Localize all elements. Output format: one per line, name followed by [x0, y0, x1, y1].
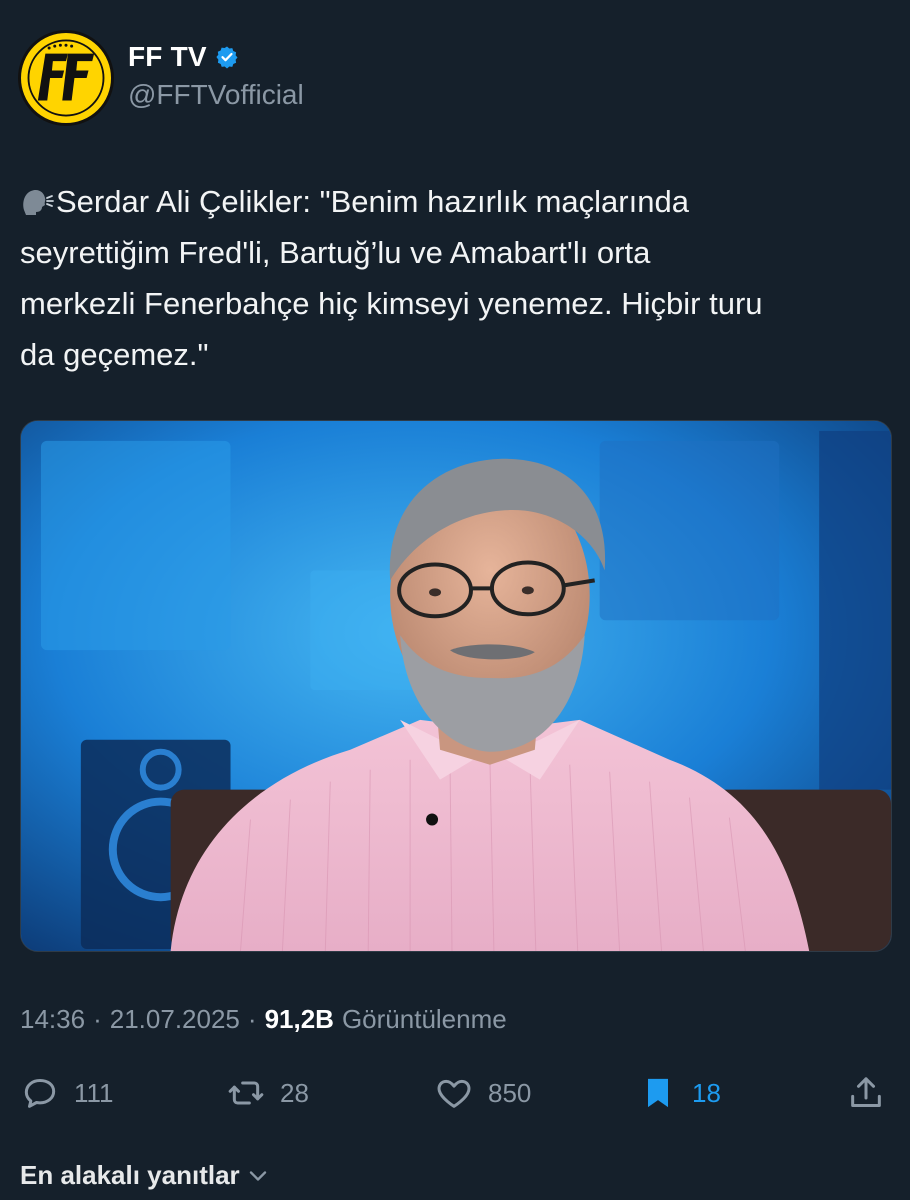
- views-count: 91,2B: [264, 1004, 334, 1034]
- reply-icon: [24, 1079, 56, 1108]
- like-count: 850: [488, 1077, 532, 1108]
- tweet-header: FF FF TV @FFTVofficial: [18, 28, 304, 128]
- bookmark-button[interactable]: 18: [638, 1068, 721, 1118]
- like-button[interactable]: 850: [434, 1068, 531, 1118]
- bookmark-filled-icon: [648, 1078, 668, 1108]
- display-name[interactable]: FF TV: [128, 41, 207, 73]
- tweet-meta: 14:36 · 21.07.2025 · 91,2B Görüntülenme: [20, 1004, 507, 1035]
- replies-sort-label: En alakalı yanıtlar: [20, 1160, 240, 1190]
- reply-button[interactable]: 111: [20, 1068, 114, 1118]
- tweet-time[interactable]: 14:36: [20, 1004, 85, 1035]
- tweet-actions: 111 28 850 18: [20, 1068, 890, 1118]
- repost-icon: [228, 1081, 264, 1105]
- tweet-body: Serdar Ali Çelikler: "Benim hazırlık maç…: [20, 184, 763, 372]
- tweet-photo[interactable]: [20, 420, 892, 952]
- meta-separator: ·: [93, 1004, 102, 1034]
- display-name-row: FF TV: [128, 41, 304, 73]
- avatar[interactable]: FF: [18, 30, 114, 126]
- tweet-text: Serdar Ali Çelikler: "Benim hazırlık maç…: [20, 176, 890, 380]
- share-button[interactable]: [846, 1068, 886, 1118]
- views-label: Görüntülenme: [341, 1004, 507, 1034]
- share-icon: [851, 1077, 881, 1107]
- verified-badge-icon: [216, 46, 238, 69]
- photo-illustration: [21, 421, 891, 951]
- repost-count: 28: [280, 1077, 309, 1108]
- heart-icon: [437, 1079, 471, 1108]
- tweet-date[interactable]: 21.07.2025: [110, 1004, 240, 1035]
- chevron-down-icon: [249, 1170, 266, 1181]
- name-block: FF TV @FFTVofficial: [128, 41, 304, 111]
- reply-count: 111: [74, 1077, 114, 1108]
- repost-button[interactable]: 28: [226, 1068, 309, 1118]
- replies-sort-dropdown[interactable]: En alakalı yanıtlar: [20, 1160, 272, 1191]
- account-handle[interactable]: @FFTVofficial: [128, 79, 304, 111]
- tweet-detail-page: FF FF TV @FFTVofficial Serdar Ali Çelikl…: [0, 0, 910, 1200]
- speaking-head-icon: [23, 189, 54, 215]
- meta-separator: ·: [247, 1004, 257, 1034]
- bookmark-count: 18: [692, 1077, 721, 1108]
- fftv-logo-icon: FF: [22, 34, 110, 122]
